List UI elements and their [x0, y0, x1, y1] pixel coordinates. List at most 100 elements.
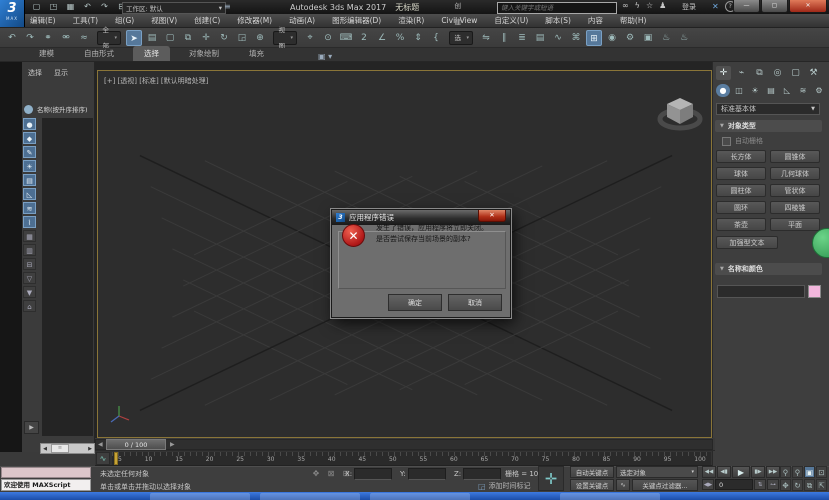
windows-taskbar[interactable]: [0, 492, 829, 500]
window-crossing-icon[interactable]: ⧉: [180, 30, 196, 46]
open-file-icon[interactable]: ◳: [47, 1, 60, 12]
next-key-icon[interactable]: ▶: [170, 441, 175, 448]
scene-explorer-tab[interactable]: 显示: [54, 68, 68, 78]
ribbon-tab-selection[interactable]: 选择: [133, 46, 170, 61]
graphite-toggle-icon[interactable]: ▤: [532, 30, 548, 46]
workspace-menu-icon[interactable]: ≡: [224, 2, 231, 11]
macro-recorder-field[interactable]: [1, 467, 91, 478]
menu-item[interactable]: 脚本(S): [545, 15, 571, 26]
menu-item[interactable]: 动画(A): [289, 15, 315, 26]
explorer-expand-button[interactable]: ▶: [24, 421, 39, 434]
keyboard-override-icon[interactable]: ⌨: [338, 30, 354, 46]
maximize-viewport-icon[interactable]: ⧉: [804, 479, 815, 491]
modify-tab-icon[interactable]: ⌁: [734, 66, 749, 80]
display-everything-icon[interactable]: ●: [23, 118, 36, 130]
primitive-button[interactable]: 圆环: [716, 201, 766, 214]
name-color-rollout[interactable]: ▼ 名称和颜色: [715, 263, 822, 275]
y-coordinate-field[interactable]: [408, 468, 446, 480]
favorites-icon[interactable]: ☆: [646, 1, 653, 10]
material-editor-icon[interactable]: ◉: [604, 30, 620, 46]
hierarchy-tab-icon[interactable]: ⧉: [752, 66, 767, 80]
auto-key-button[interactable]: 自动关键点: [570, 466, 614, 478]
display-hidden-icon[interactable]: ▽: [23, 272, 36, 284]
cancel-button[interactable]: 取消: [448, 294, 502, 311]
search-binoculars-icon[interactable]: ∞: [622, 1, 629, 10]
zoom-extents-icon[interactable]: ▣: [804, 466, 815, 478]
minimize-button[interactable]: —: [733, 0, 760, 13]
primitive-button[interactable]: 平面: [770, 218, 820, 231]
reference-coordinate-dropdown[interactable]: 视图▾: [273, 31, 297, 45]
primitive-button[interactable]: 四棱锥: [770, 201, 820, 214]
redo-icon[interactable]: ↷: [22, 30, 38, 46]
primitive-button[interactable]: 管状体: [770, 184, 820, 197]
menu-item[interactable]: 修改器(M): [237, 15, 272, 26]
explorer-h-scrollbar[interactable]: ◀ ≡ ▶: [40, 443, 95, 454]
object-name-field[interactable]: [717, 285, 805, 298]
select-by-name-icon[interactable]: ▤: [144, 30, 160, 46]
scrollbar-thumb[interactable]: ≡: [51, 444, 69, 453]
geometry-category-icon[interactable]: ●: [716, 84, 730, 97]
primitive-type-dropdown[interactable]: 标准基本体▼: [716, 103, 820, 115]
display-frozen-icon[interactable]: ⊟: [23, 258, 36, 270]
x-coordinate-field[interactable]: [354, 468, 392, 480]
menu-item[interactable]: 创建(C): [194, 15, 220, 26]
previous-frame-button[interactable]: ◀▮: [717, 466, 731, 478]
cameras-category-icon[interactable]: ▤: [764, 84, 778, 97]
spinner-snap-icon[interactable]: ⇕: [410, 30, 426, 46]
viewport-label[interactable]: [+] [透视] [标准] [默认明暗处理]: [104, 76, 208, 86]
key-step-icon[interactable]: ◀▶: [702, 479, 714, 490]
walkthrough-icon[interactable]: ⇱: [816, 479, 827, 491]
rendered-frame-icon[interactable]: ▣: [640, 30, 656, 46]
zoom-all-icon[interactable]: ⚲: [792, 466, 803, 478]
current-frame-field[interactable]: 0: [715, 479, 753, 490]
scene-explorer-icon[interactable]: ⊞: [586, 30, 602, 46]
next-frame-button[interactable]: ▮▶: [751, 466, 765, 478]
align-icon[interactable]: ∥: [496, 30, 512, 46]
select-and-link-icon[interactable]: ⚭: [40, 30, 56, 46]
primitive-button[interactable]: 球体: [716, 167, 766, 180]
z-coordinate-field[interactable]: [463, 468, 501, 480]
select-object-icon[interactable]: ➤: [126, 30, 142, 46]
curve-editor-icon[interactable]: ∿: [550, 30, 566, 46]
render-setup-icon[interactable]: ⚙: [622, 30, 638, 46]
infocenter-search[interactable]: [497, 2, 617, 14]
display-cameras-icon[interactable]: ▤: [23, 174, 36, 186]
ribbon-tab-objectpaint[interactable]: 对象绘制: [178, 46, 230, 61]
menu-item[interactable]: 渲染(R): [398, 15, 424, 26]
autogrid-checkbox[interactable]: 自动栅格: [722, 136, 763, 146]
close-button[interactable]: ✕: [789, 0, 827, 13]
mini-curve-editor-icon[interactable]: ∿: [96, 452, 110, 465]
unlink-selection-icon[interactable]: ⚮: [58, 30, 74, 46]
taskbar-window-button[interactable]: [260, 493, 360, 500]
ribbon-tab-modeling[interactable]: 建模: [28, 46, 65, 61]
go-to-end-button[interactable]: ▶▶: [766, 466, 780, 478]
snap-toggle-icon[interactable]: 2: [356, 30, 372, 46]
orbit-icon[interactable]: ↻: [792, 479, 803, 491]
display-shapes-icon[interactable]: ✎: [23, 146, 36, 158]
zoom-region-icon[interactable]: ⊡: [816, 466, 827, 478]
select-manipulate-icon[interactable]: ⊙: [320, 30, 336, 46]
shapes-category-icon[interactable]: ◫: [732, 84, 746, 97]
object-name-input[interactable]: [718, 286, 808, 299]
set-key-button[interactable]: 设置关键点: [570, 479, 614, 491]
set-keys-button[interactable]: ✛: [538, 466, 564, 491]
menu-item[interactable]: 内容: [588, 15, 603, 26]
selection-set-dropdown[interactable]: 选定对象▾: [616, 466, 698, 478]
selection-lock-icon[interactable]: ⊠: [325, 468, 337, 479]
isolate-selection-icon[interactable]: ✥: [310, 468, 322, 479]
render-production-icon[interactable]: ♨: [658, 30, 674, 46]
display-lights-icon[interactable]: ☀: [23, 160, 36, 172]
taskbar-window-button[interactable]: [150, 493, 250, 500]
signin-button[interactable]: 登录: [682, 2, 696, 12]
ribbon-tab-freeform[interactable]: 自由形式: [73, 46, 125, 61]
menu-item[interactable]: 工具(T): [73, 15, 98, 26]
render-iterative-icon[interactable]: ♨: [676, 30, 692, 46]
key-mode-icon[interactable]: ⊶: [767, 479, 779, 490]
time-slider-track[interactable]: [95, 439, 713, 450]
select-and-rotate-icon[interactable]: ↻: [216, 30, 232, 46]
named-sets-dropdown[interactable]: 创建选择集▾: [449, 31, 473, 45]
display-helpers-icon[interactable]: ◺: [23, 188, 36, 200]
edit-named-sets-icon[interactable]: {: [428, 30, 444, 46]
key-filters-button[interactable]: 关键点过滤器...: [632, 479, 698, 491]
menu-item[interactable]: 视图(V): [151, 15, 177, 26]
